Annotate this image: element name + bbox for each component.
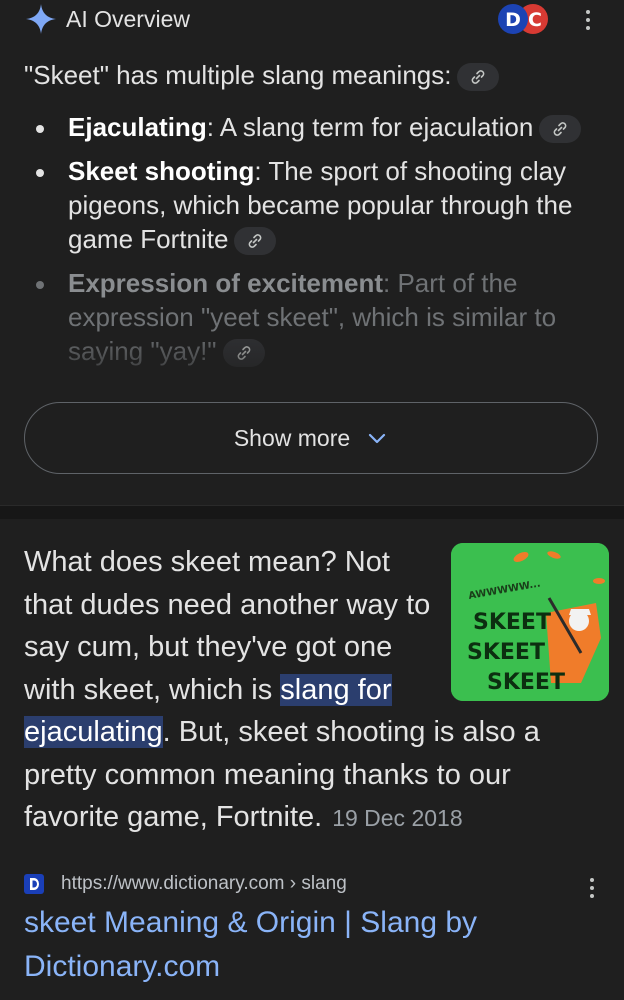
link-icon[interactable]	[539, 115, 582, 144]
ai-overview-title: AI Overview	[66, 5, 190, 32]
result-source[interactable]: https://www.dictionary.com › slang	[24, 871, 347, 897]
gemini-spark-icon	[26, 4, 56, 34]
bullet-dot	[36, 169, 44, 177]
show-more-label: Show more	[233, 424, 351, 451]
bullet-dot	[36, 125, 44, 133]
featured-snippet: AWWWWW... SKEET SKEET SKEET What does sk…	[24, 541, 609, 840]
section-divider	[0, 505, 624, 520]
bullet-text: : A slang term for ejaculation	[206, 112, 534, 142]
result-thumbnail[interactable]: AWWWWW... SKEET SKEET SKEET	[451, 543, 609, 701]
bullet-term: Expression of excitement	[68, 268, 383, 298]
more-vert-icon[interactable]	[580, 874, 604, 902]
thumbnail-word: SKEET	[487, 670, 565, 695]
dictionary-logo-icon[interactable]: D C	[495, 3, 551, 35]
thumbnail-word: SKEET	[473, 610, 551, 635]
list-item: Skeet shooting: The sport of shooting cl…	[36, 154, 606, 256]
ai-overview-intro: "Skeet" has multiple slang meanings:	[24, 58, 500, 92]
link-icon[interactable]	[234, 227, 277, 256]
bullet-dot	[36, 281, 44, 289]
svg-text:D: D	[505, 9, 521, 31]
chevron-down-icon	[369, 433, 386, 444]
snippet-date: 19 Dec 2018	[332, 805, 463, 831]
list-item: Ejaculating: A slang term for ejaculatio…	[36, 110, 606, 144]
ai-overview-card: AI Overview D C "Skeet" has multiple sla…	[0, 0, 624, 505]
show-more-button[interactable]: Show more	[24, 402, 598, 474]
intro-text: "Skeet" has multiple slang meanings:	[24, 60, 452, 90]
bullet-term: Skeet shooting	[68, 156, 255, 186]
result-url: https://www.dictionary.com › slang	[61, 873, 347, 894]
bullet-term: Ejaculating	[68, 112, 207, 142]
dictionary-favicon-icon	[24, 874, 44, 894]
thumbnail-word: SKEET	[467, 640, 545, 665]
content-fade	[0, 330, 624, 410]
more-vert-icon[interactable]	[576, 6, 600, 34]
result-title-link[interactable]: skeet Meaning & Origin | Slang by Dictio…	[24, 901, 594, 989]
link-icon[interactable]	[457, 63, 500, 92]
svg-text:C: C	[528, 9, 542, 31]
search-result: AWWWWW... SKEET SKEET SKEET What does sk…	[0, 519, 624, 1000]
ai-overview-header: AI Overview	[24, 2, 190, 36]
